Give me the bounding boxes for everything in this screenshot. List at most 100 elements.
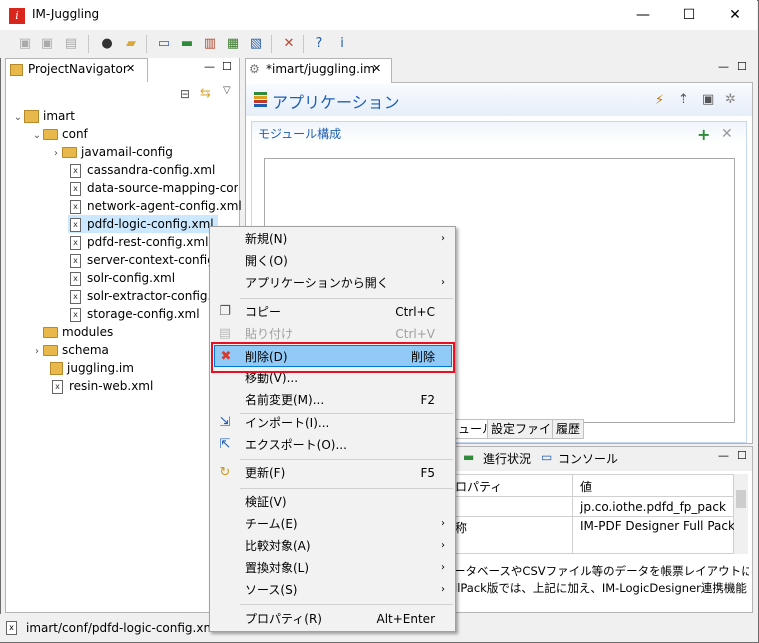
tree-item-imart[interactable]: ⌄ imart [12,107,75,125]
tree-structure-icon[interactable]: ▧ [247,35,265,53]
save-as-icon[interactable]: ▣ [38,35,56,53]
minimize-view-icon[interactable]: — [718,60,729,73]
row-divider [452,516,734,517]
tree-item-javamail-config[interactable]: › javamail-config [50,143,173,161]
tree-label: solr-extractor-config.x [87,289,210,303]
tree-item-file[interactable]: x storage-config.xml [70,305,200,323]
menu-item-team[interactable]: チーム(E) › [210,513,455,535]
tree-item-selected-file[interactable]: x pdfd-logic-config.xml [68,215,218,233]
menu-label: 比較対象(A) [245,539,311,553]
window-title: IM-Juggling [32,7,100,21]
editor-tab-label: *imart/juggling.im [266,62,375,76]
menu-label: インポート(I)... [245,416,330,430]
menu-item-import[interactable]: ⇲ インポート(I)... [210,412,455,434]
tree-item-file[interactable]: x solr-config.xml [70,269,175,287]
property-key: 称 [455,521,468,535]
settings-icon[interactable]: ✲ [725,92,736,107]
delete-highlight-box [211,342,455,373]
import-icon: ⇲ [219,415,231,430]
menu-item-source[interactable]: ソース(S) › [210,579,455,601]
tab-progress[interactable]: 進行状況 [483,450,531,467]
tree-item-file[interactable]: x solr-extractor-config.x [70,287,210,305]
maximize-view-icon[interactable]: ☐ [222,60,232,73]
save-icon[interactable]: ▣ [16,35,34,53]
menu-item-refresh[interactable]: ↻ 更新(F) F5 [210,462,455,484]
menu-item-replace-with[interactable]: 置換対象(L) › [210,557,455,579]
tree-label: imart [43,109,76,123]
menu-label: 置換対象(L) [245,561,310,575]
menu-item-export[interactable]: ⇱ エクスポート(O)... [210,434,455,456]
menu-separator [240,604,453,605]
minimize-view-icon[interactable]: — [204,60,215,73]
tools-icon[interactable]: ✕ [280,35,298,53]
tree-label: network-agent-config.xml [87,199,242,213]
collapse-all-icon[interactable]: ⊟ [180,87,190,101]
menu-item-new[interactable]: 新規(N) › [210,228,455,250]
console-icon: ▭ [541,450,553,464]
view-menu-icon[interactable]: ▽ [223,85,231,96]
minimize-button[interactable]: — [620,0,666,30]
folder-icon [43,345,58,356]
tree-item-file[interactable]: x resin-web.xml [52,377,153,395]
open-folder-icon[interactable]: ▰ [122,35,140,53]
app-logo-icon: i [9,8,25,24]
add-server-icon[interactable]: ▬ [178,35,196,53]
tree-item-modules[interactable]: modules [31,323,113,341]
tree-item-file[interactable]: x cassandra-config.xml [70,161,215,179]
maximize-button[interactable]: ☐ [666,0,712,30]
tree-label: server-context-config.x [87,253,210,267]
tree-item-conf[interactable]: ⌄ conf [31,125,88,143]
tree-item-file[interactable]: x data-source-mapping-config [70,179,238,197]
chart-icon[interactable]: ▦ [224,35,242,53]
menu-item-properties[interactable]: プロパティ(R) Alt+Enter [210,608,455,630]
close-window-button[interactable]: ✕ [712,0,758,30]
tree-item-file[interactable]: x server-context-config.x [70,251,210,269]
property-scrollbar[interactable] [734,474,748,554]
minimize-view-icon[interactable]: — [718,449,729,462]
close-tab-icon[interactable]: ✕ [372,62,381,75]
export-icon[interactable]: ▣ [702,92,714,107]
menu-label: 更新(F) [245,466,286,480]
menu-item-compare-with[interactable]: 比較対象(A) › [210,535,455,557]
submenu-arrow-icon: › [441,233,445,244]
property-value: IM-PDF Designer Full Pack fo [580,519,734,533]
tree-item-file[interactable]: x pdfd-rest-config.xml [70,233,208,251]
tab-history[interactable]: 履歴 [552,419,585,439]
monitor-icon[interactable]: ▭ [155,35,173,53]
scrollbar-thumb[interactable] [736,490,746,508]
xml-file-icon: x [70,181,81,196]
menu-item-rename[interactable]: 名前変更(M)... F2 [210,389,455,411]
menu-shortcut: F5 [420,466,435,480]
toolbar-divider [88,35,89,53]
remove-module-icon[interactable]: ✕ [721,126,733,142]
dark-helmet-icon[interactable]: ● [98,35,116,53]
tree-label: juggling.im [67,361,134,375]
context-menu: 新規(N) › 開く(O) アプリケーションから開く › ❐ コピー Ctrl+C ▤ 貼… [209,226,456,632]
database-icon[interactable]: ▥ [201,35,219,53]
property-header: ロパティ [455,480,503,494]
add-module-icon[interactable]: + [697,125,710,144]
tree-item-schema[interactable]: › schema [31,341,109,359]
menu-item-open[interactable]: 開く(O) [210,250,455,272]
menu-separator [240,488,453,489]
menu-item-open-with[interactable]: アプリケーションから開く › [210,272,455,294]
toolbar-divider [271,35,272,53]
info-icon[interactable]: i [333,35,351,53]
xml-file-icon: x [70,163,81,178]
tree-item-juggling[interactable]: juggling.im [50,359,134,377]
close-tab-icon[interactable]: ✕ [126,62,135,75]
progress-icon: ▬ [463,450,475,464]
tab-console[interactable]: コンソール [558,450,618,467]
save-all-icon[interactable]: ▤ [62,35,80,53]
status-path: imart/conf/pdfd-logic-config.xml [26,621,219,635]
menu-item-validate[interactable]: 検証(V) [210,491,455,513]
upload-icon[interactable]: ⇡ [678,92,689,107]
menu-item-copy[interactable]: ❐ コピー Ctrl+C [210,301,455,323]
link-with-editor-icon[interactable]: ⇆ [200,86,211,101]
tree-label: data-source-mapping-config [87,181,238,195]
maximize-view-icon[interactable]: ☐ [737,60,747,73]
tree-item-file[interactable]: x network-agent-config.xml [70,197,242,215]
maximize-view-icon[interactable]: ☐ [737,449,747,462]
help-icon[interactable]: ? [310,35,328,53]
wizard-icon[interactable]: ⚡ [655,93,664,108]
